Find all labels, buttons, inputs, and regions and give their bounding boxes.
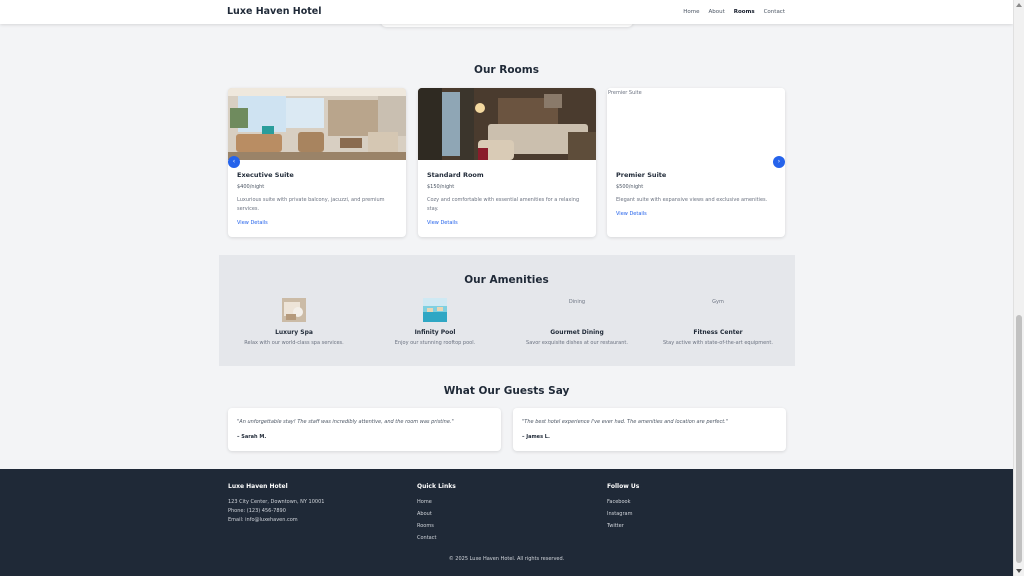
footer-address: 123 City Center, Downtown, NY 10001 [228,499,325,505]
footer-link-home[interactable]: Home [417,499,432,505]
nav-rooms[interactable]: Rooms [734,9,755,15]
room-description: Elegant suite with expansive views and e… [616,197,768,203]
social-link-facebook[interactable]: Facebook [607,499,631,505]
scrollbar-thumb[interactable] [1016,315,1022,563]
brand-logo[interactable]: Luxe Haven Hotel [227,6,321,17]
amenity-dining: Dining Gourmet Dining Savor exquisite di… [507,298,647,346]
pool-image [423,298,447,322]
nav-contact[interactable]: Contact [764,9,785,15]
room-card-premier: Premier Suite Premier Suite $500/night E… [607,88,785,237]
nav-home[interactable]: Home [683,9,699,15]
amenity-description: Relax with our world-class spa services. [244,340,344,346]
amenity-description: Enjoy our stunning rooftop pool. [394,340,476,346]
social-link-instagram[interactable]: Instagram [607,511,632,517]
footer-brand-heading: Luxe Haven Hotel [228,483,288,490]
testimonial-author: – James L. [522,434,550,440]
view-details-link[interactable]: View Details [427,220,458,226]
social-link-twitter[interactable]: Twitter [607,523,624,529]
room-price: $150/night [427,184,455,190]
footer-email: Email: info@luxehaven.com [228,517,298,523]
site-footer: Luxe Haven Hotel 123 City Center, Downto… [0,469,1013,576]
scroll-up-arrow-icon[interactable] [1016,3,1022,7]
footer-phone: Phone: (123) 456-7890 [228,508,286,514]
amenity-spa: Luxury Spa Relax with our world-class sp… [224,298,364,346]
room-price: $400/night [237,184,265,190]
amenities-title: Our Amenities [464,274,549,286]
room-name: Standard Room [427,171,484,179]
vertical-scrollbar[interactable] [1013,0,1024,576]
page: Luxe Haven Hotel Home About Rooms Contac… [0,0,1013,576]
premier-suite-image: Premier Suite [607,88,785,160]
amenity-pool: Infinity Pool Enjoy our stunning rooftop… [365,298,505,346]
testimonials-title: What Our Guests Say [443,385,570,397]
dining-image-alt: Dining [568,299,586,305]
amenity-name: Luxury Spa [275,329,313,336]
amenity-fitness: Gym Fitness Center Stay active with stat… [648,298,788,346]
main-nav: Home About Rooms Contact [683,9,785,15]
amenity-name: Infinity Pool [414,329,456,336]
room-description: Cozy and comfortable with essential amen… [427,197,580,212]
carousel-prev-button[interactable]: ‹ [228,156,240,168]
footer-link-about[interactable]: About [417,511,432,517]
footer-link-rooms[interactable]: Rooms [417,523,434,529]
room-name: Executive Suite [237,171,294,179]
rooms-title: Our Rooms [474,64,539,76]
room-description: Luxurious suite with private balcony, ja… [237,197,385,212]
amenity-name: Fitness Center [693,329,743,336]
standard-room-image [418,88,596,160]
testimonial-card: "An unforgettable stay! The staff was in… [228,408,501,451]
copyright: © 2025 Luxe Haven Hotel. All rights rese… [448,556,565,562]
chevron-left-icon: ‹ [232,158,236,165]
testimonial-card: "The best hotel experience I've ever had… [513,408,786,451]
follow-us-heading: Follow Us [607,483,640,490]
quick-links-heading: Quick Links [417,483,456,490]
view-details-link[interactable]: View Details [616,211,647,217]
nav-about[interactable]: About [709,9,725,15]
carousel-next-button[interactable]: › [773,156,785,168]
room-price: $500/night [616,184,644,190]
footer-link-contact[interactable]: Contact [417,535,436,541]
testimonial-quote: "The best hotel experience I've ever had… [522,419,729,425]
gym-image-alt: Gym [712,299,724,305]
amenity-name: Gourmet Dining [550,329,604,336]
chevron-right-icon: › [777,158,781,165]
executive-suite-image [228,88,406,160]
testimonial-quote: "An unforgettable stay! The staff was in… [237,419,454,425]
room-name: Premier Suite [616,171,667,179]
spa-image [282,298,306,322]
scroll-down-arrow-icon[interactable] [1016,569,1022,573]
amenity-description: Savor exquisite dishes at our restaurant… [526,340,628,346]
site-header: Luxe Haven Hotel Home About Rooms Contac… [0,0,1013,24]
room-card-executive: Executive Suite $400/night Luxurious sui… [228,88,406,237]
room-card-standard: Standard Room $150/night Cozy and comfor… [418,88,596,237]
amenity-description: Stay active with state-of-the-art equipm… [663,340,773,346]
broken-image-alt: Premier Suite [608,90,642,96]
view-details-link[interactable]: View Details [237,220,268,226]
testimonial-author: – Sarah M. [237,434,267,440]
